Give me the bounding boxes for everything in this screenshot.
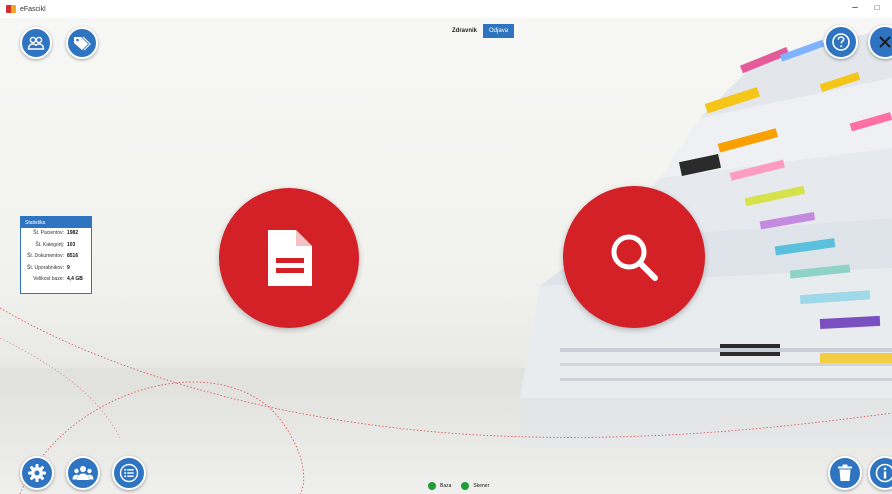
list-button[interactable] — [112, 456, 146, 490]
stats-row: Št. Pacientov: 1982 — [21, 228, 91, 240]
stats-row: Št. Uporabnikov: 9 — [21, 263, 91, 275]
help-icon — [832, 33, 850, 51]
settings-button[interactable] — [20, 456, 54, 490]
users-icon — [72, 466, 94, 480]
tags-icon — [74, 36, 91, 51]
close-icon — [879, 36, 891, 48]
document-icon — [268, 230, 312, 286]
tags-button[interactable] — [66, 27, 98, 59]
stats-row: Velikost baze: 4,4 GB — [21, 274, 91, 286]
stats-label: Št. Dokumentov: — [27, 253, 64, 260]
help-button[interactable] — [824, 25, 858, 59]
patients-button[interactable] — [20, 27, 52, 59]
trash-icon — [838, 464, 852, 481]
window-title: eFascikl — [20, 5, 46, 13]
stats-value: 9 — [67, 264, 70, 271]
statistics-panel: Statistika Št. Pacientov: 1982 Št. Kateg… — [20, 216, 92, 294]
status-label: Skener — [473, 483, 490, 489]
minimize-button[interactable]: – — [848, 1, 862, 15]
window-titlebar: eFascikl – □ — [0, 0, 892, 18]
stats-row: Št. Kategorij: 103 — [21, 240, 91, 252]
users-button[interactable] — [66, 456, 100, 490]
delete-button[interactable] — [828, 456, 862, 490]
stats-value: 1982 — [67, 230, 79, 236]
list-icon — [119, 463, 139, 483]
stats-value: 8516 — [67, 253, 79, 260]
app-logo-icon — [6, 5, 16, 13]
logout-button[interactable]: Odjava — [483, 24, 515, 38]
stats-label: Št. Kategorij: — [35, 241, 64, 248]
status-label: Baza — [440, 483, 452, 489]
patients-icon — [27, 36, 45, 50]
stats-value: 4,4 GB — [67, 276, 83, 283]
status-bar: Baza Skener — [428, 482, 489, 490]
stats-label: Št. Uporabnikov: — [27, 264, 64, 271]
stats-row: Št. Dokumentov: 8516 — [21, 251, 91, 263]
settings-icon — [28, 464, 46, 482]
background-image — [0, 18, 892, 494]
scanner-status-indicator — [461, 482, 470, 490]
user-bar: Zdravnik Odjava — [452, 24, 515, 38]
stats-value: 103 — [67, 241, 76, 248]
documents-button[interactable] — [219, 188, 359, 328]
user-name: Zdravnik — [452, 28, 478, 34]
info-icon — [875, 463, 892, 483]
search-button[interactable] — [563, 186, 705, 328]
database-status-indicator — [428, 482, 436, 490]
stats-label: Št. Pacientov: — [33, 230, 64, 236]
stats-label: Velikost baze: — [33, 276, 64, 283]
status-scanner: Skener — [461, 482, 489, 490]
status-database: Baza — [428, 482, 451, 490]
statistics-title: Statistika — [21, 217, 91, 228]
search-icon — [611, 234, 658, 281]
maximize-button[interactable]: □ — [870, 1, 884, 15]
